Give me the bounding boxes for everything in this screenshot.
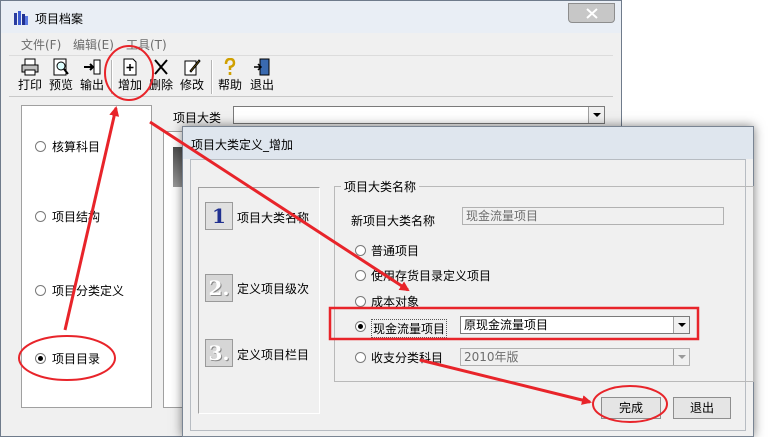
- toolbar: 打印 预览 输出 增加 删除 修改 帮助 退出: [9, 55, 613, 97]
- close-button[interactable]: [568, 3, 615, 23]
- modify-label: 修改: [179, 78, 204, 92]
- option-inventory-project[interactable]: 使用存货目录定义项目: [371, 267, 491, 284]
- step-1-icon: 1: [205, 202, 233, 230]
- option-category-definition[interactable]: 项目分类定义: [52, 282, 124, 299]
- category-select[interactable]: [233, 106, 605, 124]
- modify-button[interactable]: 修改: [177, 58, 207, 96]
- chevron-down-icon[interactable]: [673, 317, 689, 333]
- radio-inventory-project[interactable]: [355, 270, 366, 281]
- exit-label: 退出: [249, 78, 274, 92]
- new-name-field[interactable]: 现金流量项目: [462, 207, 724, 225]
- cashflow-type-select[interactable]: 原现金流量项目: [460, 316, 690, 334]
- group-title: 项目大类名称: [341, 178, 420, 195]
- add-button[interactable]: 增加: [115, 58, 145, 96]
- exit-door-icon: [254, 58, 270, 76]
- export-button[interactable]: 输出: [77, 58, 107, 96]
- step-2-icon: 2.: [205, 274, 233, 302]
- wizard-steps-panel: 1 项目大类名称 2. 定义项目级次 3. 定义项目栏目: [198, 187, 320, 414]
- option-accounting-subject[interactable]: 核算科目: [52, 138, 100, 155]
- chevron-down-icon[interactable]: [588, 107, 604, 123]
- option-project-catalog[interactable]: 项目目录: [52, 350, 100, 367]
- option-cashflow-project[interactable]: 现金流量项目: [371, 319, 448, 338]
- export-arrow-icon: [84, 59, 101, 75]
- menubar: 文件(F) 编辑(E) 工具(T): [9, 33, 613, 53]
- radio-cashflow-project[interactable]: [355, 321, 366, 332]
- radio-income-expense-subject[interactable]: [355, 352, 366, 363]
- edit-pencil-icon: [184, 59, 201, 76]
- chevron-down-icon: [673, 349, 689, 365]
- option-cost-object[interactable]: 成本对象: [371, 293, 419, 310]
- year-version-value: 2010年版: [464, 350, 519, 364]
- menu-file[interactable]: 文件(F): [21, 36, 61, 53]
- radio-project-catalog[interactable]: [35, 353, 46, 364]
- radio-cost-object[interactable]: [355, 296, 366, 307]
- dialog-title: 项目大类定义_增加: [191, 138, 294, 152]
- radio-general-project[interactable]: [355, 245, 366, 256]
- print-button[interactable]: 打印: [15, 58, 45, 96]
- option-income-expense-subject[interactable]: 收支分类科目: [371, 349, 443, 366]
- step-1-label: 项目大类名称: [237, 211, 310, 225]
- category-define-dialog: 项目大类定义_增加 1 项目大类名称 2. 定义项目级次 3. 定义项目栏目 项…: [182, 126, 754, 437]
- nav-options-panel: 核算科目 项目结构 项目分类定义 项目目录: [21, 105, 152, 408]
- radio-accounting-subject[interactable]: [35, 141, 46, 152]
- new-name-label: 新项目大类名称: [351, 214, 436, 228]
- category-label: 项目大类: [173, 111, 222, 125]
- close-icon: [586, 8, 598, 19]
- delete-x-icon: [154, 59, 168, 75]
- delete-button[interactable]: 删除: [146, 58, 176, 96]
- preview-button[interactable]: 预览: [46, 58, 76, 96]
- help-question-icon: [224, 58, 236, 75]
- export-label: 输出: [79, 78, 104, 92]
- radio-project-structure[interactable]: [35, 211, 46, 222]
- radio-category-definition[interactable]: [35, 285, 46, 296]
- menu-tools[interactable]: 工具(T): [126, 36, 167, 53]
- step-3-icon: 3.: [205, 339, 233, 367]
- magnifier-page-icon: [53, 58, 69, 76]
- year-version-select: 2010年版: [460, 348, 690, 366]
- add-page-icon: [123, 58, 137, 76]
- option-general-project[interactable]: 普通项目: [371, 242, 419, 259]
- dialog-exit-button[interactable]: 退出: [673, 397, 731, 419]
- dialog-titlebar: 项目大类定义_增加: [183, 127, 753, 159]
- step-3-label: 定义项目栏目: [237, 348, 310, 362]
- app-icon: [13, 10, 29, 26]
- step-2-label: 定义项目级次: [237, 282, 310, 296]
- exit-button[interactable]: 退出: [247, 58, 277, 96]
- menu-edit[interactable]: 编辑(E): [73, 36, 114, 53]
- help-button[interactable]: 帮助: [215, 58, 245, 96]
- main-titlebar: 项目档案: [1, 1, 621, 33]
- printer-icon: [21, 58, 39, 76]
- finish-button[interactable]: 完成: [601, 397, 661, 419]
- window-title: 项目档案: [35, 12, 84, 26]
- option-project-structure[interactable]: 项目结构: [52, 208, 100, 225]
- cashflow-type-value: 原现金流量项目: [464, 318, 549, 332]
